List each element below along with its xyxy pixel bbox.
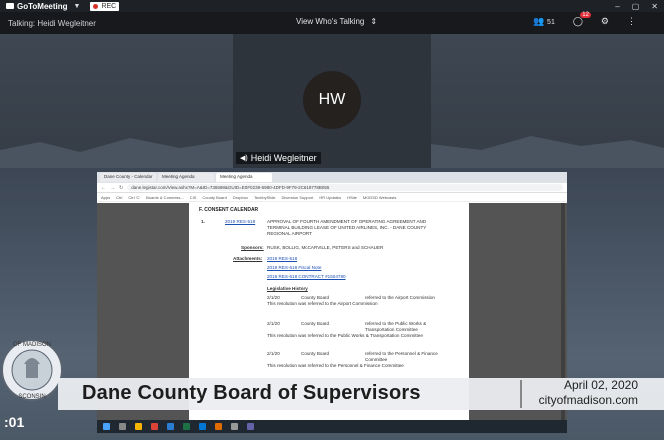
excel-icon[interactable]: [183, 423, 190, 430]
chat-button[interactable]: ◯ 12: [573, 12, 591, 27]
gotomeeting-taskbar-icon[interactable]: [215, 423, 222, 430]
record-dot-icon: [93, 3, 99, 9]
sponsors-value: RUSK, BOLLIG, McCARVILLE, PETERS and SCH…: [267, 245, 384, 250]
file-explorer-icon[interactable]: [135, 423, 142, 430]
history-date: 2/1/20: [267, 321, 280, 326]
teams-icon[interactable]: [247, 423, 254, 430]
history-action: referred to the Airport Commission: [365, 295, 435, 300]
broadcast-title: Dane County Board of Supervisors: [82, 382, 421, 404]
attachment-link[interactable]: 2019 RES-518 CONTRACT #1504780: [267, 274, 346, 280]
word-icon[interactable]: [167, 423, 174, 430]
item-number: 1.: [201, 219, 205, 224]
bookmark-item[interactable]: MODSD Webcasts: [363, 195, 397, 200]
history-body: County Board: [301, 351, 330, 356]
more-options-icon[interactable]: ⋮: [627, 16, 636, 27]
history-label: Legislative History: [267, 286, 308, 291]
window-controls: – ▢ ✕: [615, 0, 658, 12]
participant-nameplate: ◀) Heidi Wegleitner: [236, 152, 321, 164]
restore-icon[interactable]: ▢: [632, 2, 640, 11]
minimize-icon[interactable]: –: [615, 2, 619, 11]
view-mode-dropdown[interactable]: View Who's Talking ⇕: [296, 17, 377, 26]
bookmark-item[interactable]: County Board: [202, 195, 226, 200]
attachment-link[interactable]: 2019 RES-518 Fiscal Note: [267, 265, 321, 271]
chevron-down-icon: ▼: [73, 2, 81, 10]
bookmark-item[interactable]: Boards & Commiss...: [146, 195, 184, 200]
history-note: This resolution was referred to the Pers…: [267, 363, 404, 368]
outlook-icon[interactable]: [199, 423, 206, 430]
bookmark-item[interactable]: Apps: [101, 195, 110, 200]
browser-tab[interactable]: Dane County - Calendar: [100, 173, 156, 182]
attendees-button[interactable]: 👥 51: [533, 16, 555, 27]
chat-count-badge: 12: [580, 12, 591, 18]
browser-tab-active[interactable]: Meeting Agenda: [216, 173, 272, 182]
search-icon[interactable]: [119, 423, 126, 430]
up-down-chevron-icon: ⇕: [370, 17, 378, 26]
bookmark-item[interactable]: Ctrl 'C': [128, 195, 140, 200]
app-icon[interactable]: [231, 423, 238, 430]
app-logo[interactable]: GoToMeeting ▼: [6, 2, 80, 11]
meeting-toolbar: Talking: Heidi Wegleitner View Who's Tal…: [0, 12, 664, 34]
bookmark-item[interactable]: Ctrl: [116, 195, 122, 200]
bookmark-item[interactable]: HR Updates: [319, 195, 341, 200]
title-bar: GoToMeeting ▼ REC – ▢ ✕: [0, 0, 664, 12]
broadcast-date: April 02, 2020: [563, 378, 638, 392]
screen: GoToMeeting ▼ REC – ▢ ✕ Talking: Heidi W…: [0, 0, 664, 440]
talking-indicator: Talking: Heidi Wegleitner: [8, 18, 96, 28]
reload-icon[interactable]: ↻: [119, 185, 123, 191]
address-bar: ← → ↻ dane.legistar.com/View.ashx?M=A&ID…: [97, 183, 567, 193]
history-date: 2/1/20: [267, 351, 280, 356]
browser-tab-strip: Dane County - Calendar Meeting Agenda Me…: [97, 172, 567, 183]
recording-indicator: REC: [90, 1, 120, 11]
attachment-link[interactable]: 2019 RES-518: [267, 256, 297, 262]
background-mountains-right: [431, 136, 664, 168]
background-mountains: [0, 138, 233, 168]
avatar: HW: [303, 71, 361, 129]
history-action: referred to the Public Works & Transport…: [365, 321, 427, 332]
elapsed-timer: :01: [4, 414, 25, 430]
bookmark-item[interactable]: CIS: [190, 195, 197, 200]
url-field[interactable]: dane.legistar.com/View.ashx?M=A&ID=73659…: [127, 184, 563, 191]
item-text: REGIONAL AIRPORT: [267, 231, 312, 236]
lower-third-banner: Dane County Board of Supervisors April 0…: [0, 374, 664, 410]
broadcast-website: cityofmadison.com: [538, 393, 638, 407]
history-body: County Board: [301, 321, 330, 326]
toolbar-icons: 👥 51 ◯ 12 ⚙ ⋮: [533, 12, 636, 27]
chrome-icon[interactable]: [151, 423, 158, 430]
gear-icon[interactable]: ⚙: [601, 16, 609, 27]
windows-start-icon[interactable]: [103, 423, 110, 430]
participant-name: Heidi Wegleitner: [250, 153, 317, 163]
view-mode-label: View Who's Talking: [296, 17, 365, 26]
section-heading: F. CONSENT CALENDAR: [199, 207, 259, 213]
people-icon: 👥: [533, 16, 545, 26]
app-name: GoToMeeting: [17, 1, 68, 11]
attendees-count: 51: [547, 19, 555, 26]
history-note: This resolution was referred to the Airp…: [267, 301, 378, 306]
close-icon[interactable]: ✕: [651, 2, 658, 11]
gotomeeting-icon: [6, 3, 14, 9]
back-arrow-icon[interactable]: ←: [101, 185, 106, 191]
bookmark-item[interactable]: Diversion Support: [282, 195, 314, 200]
rec-label: REC: [101, 2, 117, 10]
bookmarks-bar: Apps Ctrl Ctrl 'C' Boards & Commiss... C…: [97, 193, 567, 202]
bookmark-item[interactable]: HSite: [347, 195, 357, 200]
bookmark-item[interactable]: TechbySlide: [254, 195, 276, 200]
browser-tab[interactable]: Meeting Agenda: [158, 173, 214, 182]
windows-taskbar: [97, 420, 567, 433]
speaker-icon: ◀): [240, 155, 248, 162]
bookmark-item[interactable]: Dropbox: [233, 195, 248, 200]
banner-divider: [520, 380, 522, 408]
forward-arrow-icon[interactable]: →: [110, 185, 115, 191]
attachments-label: Attachments:: [233, 256, 263, 261]
svg-text:OF MADISON: OF MADISON: [13, 342, 51, 348]
sponsors-label: Sponsors:: [241, 245, 264, 250]
history-note: This resolution was referred to the Publ…: [267, 333, 423, 338]
history-action: referred to the Personnel & Finance Comm…: [365, 351, 438, 362]
item-link[interactable]: 2019 RES-518: [225, 219, 255, 225]
